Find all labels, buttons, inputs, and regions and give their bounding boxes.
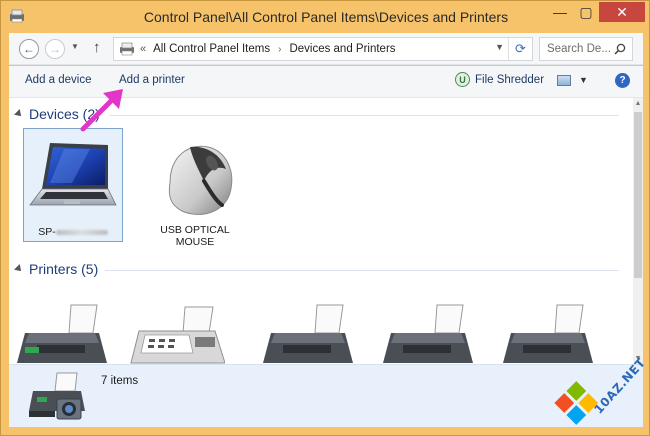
fax-icon xyxy=(130,306,226,364)
vertical-scrollbar[interactable]: ▲ ▼ xyxy=(633,98,643,364)
printer-icon xyxy=(17,304,107,363)
control-panel-icon xyxy=(120,42,134,56)
printers-group-header[interactable]: Printers (5) xyxy=(9,260,619,280)
device-laptop[interactable]: SP- xyxy=(23,128,123,242)
watermark-logo: 10AZ.NET xyxy=(554,353,649,433)
item-count: 7 items xyxy=(101,375,139,387)
file-shredder-icon: U xyxy=(455,72,470,87)
group-divider xyxy=(105,270,619,271)
title-bar[interactable]: Control Panel\All Control Panel Items\De… xyxy=(1,1,650,33)
devices-and-printers-icon xyxy=(29,372,85,420)
file-shredder-label: File Shredder xyxy=(475,73,545,86)
forward-button[interactable]: → xyxy=(45,39,65,59)
file-shredder-button[interactable]: U File Shredder xyxy=(455,72,544,87)
printer-item[interactable] xyxy=(129,303,226,364)
device-mouse-label: USB OPTICAL MOUSE xyxy=(160,224,230,248)
device-laptop-label: SP- xyxy=(24,226,122,238)
annotation-arrow-icon xyxy=(80,89,123,132)
breadcrumb-devices-and-printers[interactable]: Devices and Printers xyxy=(289,43,395,55)
arrow-right-icon: → xyxy=(49,42,61,56)
navigation-bar: ← → ▼ ↑ « All Control Panel Items › Devi… xyxy=(9,33,643,65)
search-input[interactable]: Search De... xyxy=(539,37,633,61)
view-options-dropdown-icon[interactable]: ▼ xyxy=(579,75,588,85)
up-button[interactable]: ↑ xyxy=(93,39,101,56)
back-button[interactable]: ← xyxy=(19,39,39,59)
scroll-up-icon[interactable]: ▲ xyxy=(633,100,643,107)
address-bar[interactable]: « All Control Panel Items › Devices and … xyxy=(113,37,533,61)
breadcrumb-all-control-panel-items[interactable]: All Control Panel Items xyxy=(153,43,270,55)
printer-item[interactable] xyxy=(257,303,353,364)
device-name-prefix: SP- xyxy=(38,226,56,238)
printer-item[interactable] xyxy=(377,303,473,364)
recent-locations-button[interactable]: ▼ xyxy=(71,42,79,51)
arrow-up-icon: ↑ xyxy=(93,39,101,56)
breadcrumb-separator-icon[interactable]: › xyxy=(278,44,281,55)
collapse-caret-icon[interactable] xyxy=(14,109,24,119)
window-frame: Control Panel\All Control Panel Items\De… xyxy=(0,0,650,436)
close-button[interactable]: ✕ xyxy=(599,2,645,22)
printer-icon xyxy=(263,304,353,363)
arrow-left-icon: ← xyxy=(23,42,35,56)
group-divider xyxy=(109,115,619,116)
change-view-icon[interactable] xyxy=(557,75,571,86)
details-pane: 7 items xyxy=(9,364,643,427)
laptop-icon xyxy=(29,143,117,206)
device-usb-optical-mouse[interactable]: USB OPTICAL MOUSE xyxy=(145,128,245,254)
redacted-device-name xyxy=(55,229,108,235)
maximize-button[interactable]: ▢ xyxy=(573,2,599,22)
breadcrumb-overflow[interactable]: « xyxy=(140,43,146,55)
watermark-text: 10AZ.NET xyxy=(591,355,649,417)
search-icon[interactable] xyxy=(614,43,626,55)
printers-group-label: Printers (5) xyxy=(29,261,99,277)
refresh-button[interactable]: ⟳ xyxy=(508,38,532,60)
help-icon[interactable]: ? xyxy=(615,73,630,88)
refresh-icon: ⟳ xyxy=(515,41,526,56)
printer-item[interactable] xyxy=(11,303,107,364)
minimize-button[interactable]: — xyxy=(547,2,573,22)
scroll-thumb[interactable] xyxy=(634,112,642,278)
collapse-caret-icon[interactable] xyxy=(14,264,24,274)
mouse-icon xyxy=(168,145,233,215)
printer-icon xyxy=(383,304,473,363)
search-placeholder: Search De... xyxy=(547,43,611,55)
address-dropdown-icon[interactable]: ▼ xyxy=(495,42,504,52)
devices-content-pane: Devices (2) SP- USB OPTICAL MOUSE Printe… xyxy=(9,98,643,364)
